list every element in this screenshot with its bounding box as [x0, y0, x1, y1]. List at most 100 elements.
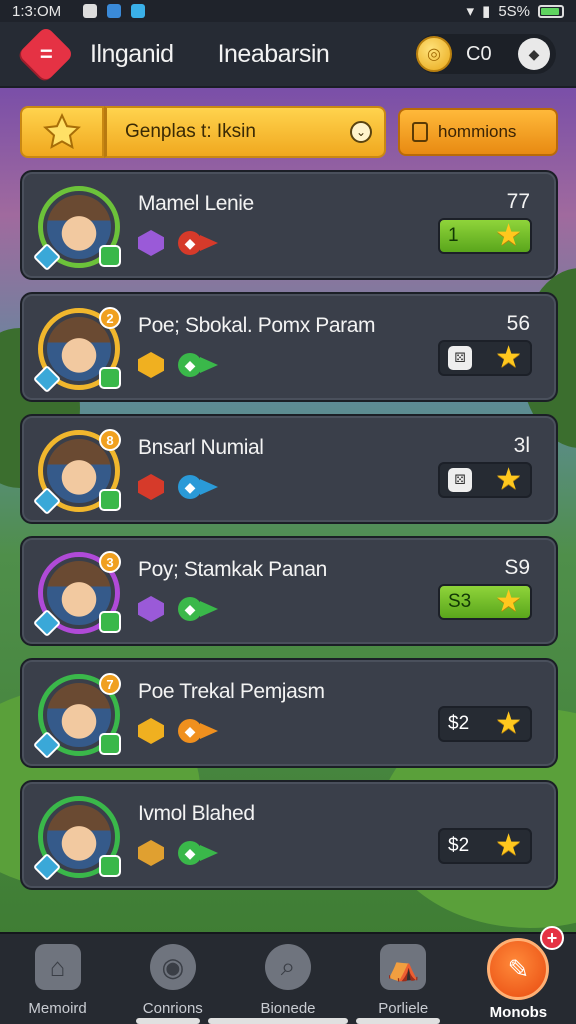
reward-value: S3: [448, 591, 472, 612]
player-row[interactable]: 2 Poe; Sbokal. Pomx Param ◆ 56 ⚄ ★: [20, 292, 558, 402]
chat-icon: ✎: [487, 938, 550, 1000]
wifi-icon: ▾: [466, 3, 475, 20]
reward-chip[interactable]: $2 ★: [438, 706, 532, 742]
reward-value: $2: [448, 835, 470, 856]
dice-icon: ⚄: [448, 346, 472, 370]
filter-dropdown[interactable]: Genplas t: Iksin ⌄: [104, 106, 386, 158]
rank-badge: [99, 245, 121, 267]
house-icon: ⌂: [34, 944, 81, 990]
nav-label: Memoird: [28, 1000, 87, 1017]
player-avatar[interactable]: 2: [32, 307, 121, 394]
player-avatar[interactable]: 7: [32, 673, 121, 760]
shop-icon: ⛺: [380, 944, 427, 990]
nav-item-shop[interactable]: ⛺ Porliele: [346, 934, 461, 1024]
menu-button[interactable]: =: [17, 25, 75, 83]
menu-icon: =: [39, 40, 53, 66]
player-stats: ◆: [138, 474, 226, 500]
star-icon: ★: [495, 707, 522, 740]
gem-icon: [138, 352, 164, 378]
reward-chip[interactable]: S3 ★: [438, 584, 532, 620]
gem-icon: [138, 230, 164, 256]
rank-badge: [99, 733, 121, 755]
rank-badge: [99, 611, 121, 633]
home-indicator: [136, 1018, 200, 1024]
sort-button[interactable]: hommions: [398, 108, 558, 156]
player-score: 77: [506, 190, 530, 213]
chevron-down-icon: ⌄: [350, 121, 372, 143]
coin-count: C0: [466, 42, 492, 65]
reward-value: $2: [448, 713, 470, 734]
rank-arrow-icon: ◆: [178, 230, 226, 256]
player-stats: ◆: [138, 718, 226, 744]
rank-badge: [99, 489, 121, 511]
level-badge: 7: [99, 673, 121, 695]
battery-icon: [538, 4, 564, 18]
player-name: Poe; Sbokal. Pomx Param: [138, 314, 376, 337]
bottom-navigation: ⌂ Memoird ◉ Conrions ⌕ Bionede ⛺ Porliel…: [0, 926, 576, 1024]
reward-chip[interactable]: 1 ★: [438, 218, 532, 254]
gem-icon: [138, 840, 164, 866]
reward-value: 1: [448, 225, 459, 246]
rank-arrow-icon: ◆: [178, 596, 226, 622]
star-icon: ★: [495, 585, 522, 618]
sort-label: hommions: [438, 122, 517, 141]
app-notification-icon: [131, 4, 146, 18]
level-badge: 8: [99, 429, 121, 451]
notification-badge: +: [540, 926, 565, 950]
battery-percent: 5S%: [498, 2, 530, 20]
favorites-tab[interactable]: [20, 106, 104, 158]
search-icon: ⌕: [265, 944, 311, 990]
nav-item-home[interactable]: ⌂ Memoird: [0, 934, 115, 1024]
nav-item-chat[interactable]: ✎ Monobs +: [461, 926, 576, 1024]
player-score: 3l: [513, 434, 530, 457]
player-avatar[interactable]: 3: [32, 551, 121, 638]
app-notification-icon: [83, 4, 98, 18]
player-stats: ◆: [138, 596, 226, 622]
sort-icon: [412, 122, 428, 142]
rank-badge: [99, 367, 121, 389]
player-avatar[interactable]: [32, 796, 121, 882]
filter-bar: Genplas t: Iksin ⌄ hommions: [20, 106, 558, 158]
app-title: Ilnganid: [90, 39, 174, 68]
star-icon: ★: [495, 829, 522, 862]
player-row[interactable]: 3 Poy; Stamkak Panan ◆ S9 S3 ★: [20, 536, 558, 646]
status-time: 1:3:OM: [12, 2, 62, 20]
player-stats: ◆: [138, 230, 226, 256]
reward-chip[interactable]: $2 ★: [438, 828, 532, 864]
player-avatar[interactable]: [32, 186, 121, 272]
gem-icon: [138, 596, 164, 622]
level-badge: 2: [99, 307, 121, 329]
nav-item-coins[interactable]: ◉ Conrions: [115, 934, 230, 1024]
status-bar: 1:3:OM ▾ ▮ 5S%: [0, 0, 576, 22]
star-icon: ★: [495, 341, 522, 374]
nav-item-search[interactable]: ⌕ Bionede: [230, 934, 345, 1024]
player-stats: ◆: [138, 352, 226, 378]
reward-chip[interactable]: ⚄ ★: [438, 462, 532, 498]
player-name: Poe Trekal Pemjasm: [138, 680, 325, 703]
player-name: Poy; Stamkak Panan: [138, 558, 327, 581]
player-name: Bnsarl Numial: [138, 436, 264, 459]
reward-chip[interactable]: ⚄ ★: [438, 340, 532, 376]
rank-arrow-icon: ◆: [178, 474, 226, 500]
player-row[interactable]: Mamel Lenie ◆ 77 1 ★: [20, 170, 558, 280]
rank-arrow-icon: ◆: [178, 840, 226, 866]
nav-label: Bionede: [260, 1000, 316, 1017]
gem-icon: [138, 474, 164, 500]
coin-balance: ◎ C0 ◆: [416, 34, 556, 74]
signal-icon: ▮: [482, 3, 491, 20]
level-badge: 3: [99, 551, 121, 573]
add-coins-button[interactable]: ◆: [518, 38, 550, 70]
player-row[interactable]: Ivmol Blahed ◆ $2 ★: [20, 780, 558, 890]
gem-icon: [138, 718, 164, 744]
home-indicator: [356, 1018, 440, 1024]
player-row[interactable]: 7 Poe Trekal Pemjasm ◆ $2 ★: [20, 658, 558, 768]
player-name: Ivmol Blahed: [138, 802, 255, 825]
player-stats: ◆: [138, 840, 226, 866]
player-avatar[interactable]: 8: [32, 429, 121, 516]
filter-label: Genplas t: Iksin: [125, 121, 256, 142]
nav-label: Porliele: [378, 1000, 429, 1017]
rank-arrow-icon: ◆: [178, 718, 226, 744]
app-notification-icon: [107, 4, 122, 18]
player-row[interactable]: 8 Bnsarl Numial ◆ 3l ⚄ ★: [20, 414, 558, 524]
top-header: = Ilnganid Ineabarsin ◎ C0 ◆: [0, 22, 576, 88]
